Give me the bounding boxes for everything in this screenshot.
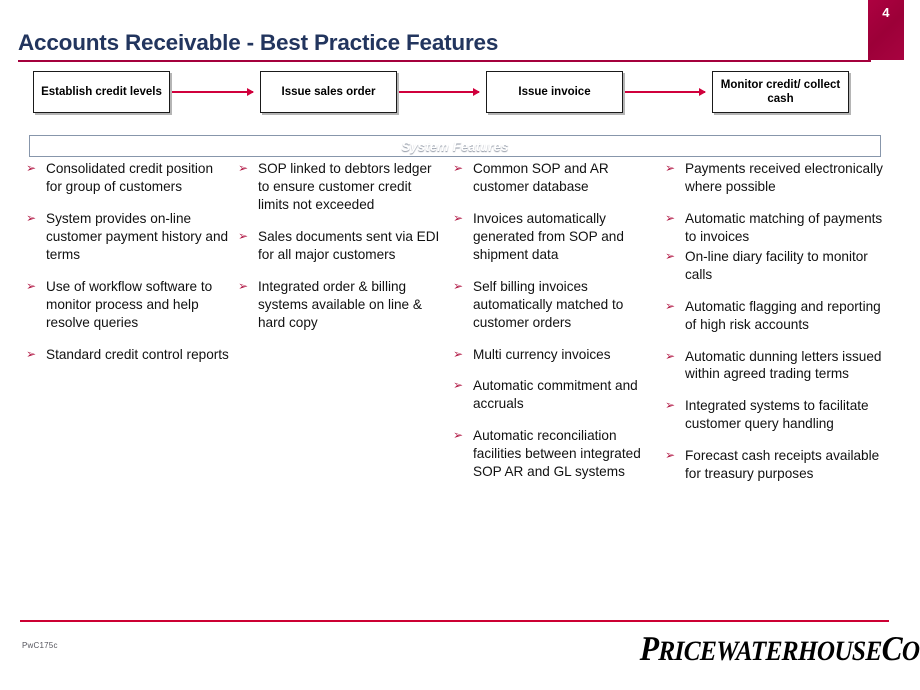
- flow-box-monitor-credit-collect-cash: Monitor credit/ collect cash: [712, 71, 849, 113]
- slide-canvas: 4 Accounts Receivable - Best Practice Fe…: [0, 0, 920, 690]
- feature-bullet-label: Invoices automatically generated from SO…: [473, 210, 624, 262]
- features-columns: ➢ Consolidated credit position for group …: [24, 160, 899, 483]
- bullet-arrow-icon: ➢: [665, 248, 676, 263]
- feature-bullet: ➢ Standard credit control reports: [24, 346, 230, 364]
- feature-bullet-label: Forecast cash receipts available for tre…: [685, 448, 880, 482]
- feature-bullet-label: Self billing invoices automatically matc…: [473, 278, 624, 330]
- flow-box-label: Establish credit levels: [41, 85, 162, 98]
- feature-bullet-label: Automatic matching of payments to invoic…: [685, 210, 883, 244]
- feature-bullet: ➢ Integrated systems to facilitate custom…: [663, 397, 893, 433]
- flow-box-establish-credit-levels: Establish credit levels: [33, 71, 170, 113]
- flow-arrow-3: [625, 87, 706, 96]
- feature-bullet-label: Automatic dunning letters issued within …: [685, 348, 882, 382]
- feature-bullet-label: Integrated systems to facilitate custome…: [685, 398, 869, 432]
- feature-bullet: ➢ SOP linked to debtors ledger to ensure …: [236, 160, 445, 214]
- bullet-arrow-icon: ➢: [453, 278, 464, 293]
- feature-bullet: ➢ Forecast cash receipts available for tr…: [663, 447, 893, 483]
- flow-box-label: Issue sales order: [281, 85, 376, 98]
- flow-box-issue-invoice: Issue invoice: [486, 71, 623, 113]
- feature-bullet: ➢ Automatic dunning letters issued within…: [663, 348, 893, 384]
- bullet-arrow-icon: ➢: [665, 161, 676, 175]
- flow-box-label: Issue invoice: [518, 85, 591, 98]
- feature-bullet-label: Standard credit control reports: [46, 346, 229, 362]
- process-flow-diagram: Establish credit levels Issue sales orde…: [33, 71, 883, 115]
- feature-bullet: ➢ Invoices automatically generated from S…: [451, 210, 657, 264]
- feature-bullet-label: Integrated order & billing systems avail…: [258, 278, 422, 330]
- feature-bullet-label: Consolidated credit position for group o…: [46, 161, 214, 194]
- feature-bullet-label: Automatic reconciliation facilities betw…: [473, 428, 641, 480]
- bullet-arrow-icon: ➢: [453, 346, 464, 361]
- bullet-arrow-icon: ➢: [665, 298, 676, 313]
- feature-bullet: ➢ Payments received electronically where …: [663, 160, 893, 196]
- page-number-label: 4: [882, 5, 890, 20]
- feature-bullet: ➢ On-line diary facility to monitor calls: [663, 248, 893, 284]
- feature-bullet-label: Payments received electronically where p…: [685, 161, 883, 194]
- flow-arrow-1: [172, 87, 254, 96]
- feature-bullet-label: System provides on-line customer payment…: [46, 210, 229, 262]
- pwc-logo: PRICEWATERHOUSECOOPERS R: [639, 628, 920, 669]
- bullet-arrow-icon: ➢: [665, 348, 676, 363]
- feature-bullet: ➢ Sales documents sent via EDI for all ma…: [236, 228, 445, 264]
- feature-bullet: ➢ Automatic reconciliation facilities bet…: [451, 427, 657, 481]
- feature-bullet-label: Sales documents sent via EDI for all maj…: [258, 228, 440, 262]
- feature-bullet-label: SOP linked to debtors ledger to ensure c…: [258, 161, 432, 212]
- feature-bullet-label: Use of workflow software to monitor proc…: [46, 278, 213, 330]
- bullet-arrow-icon: ➢: [665, 448, 676, 463]
- bullet-arrow-icon: ➢: [665, 398, 676, 413]
- feature-bullet: ➢ Common SOP and AR customer database: [451, 160, 657, 196]
- bullet-arrow-icon: ➢: [238, 278, 249, 293]
- feature-bullet: ➢ Automatic flagging and reporting of hig…: [663, 298, 893, 334]
- system-features-banner-label: System Features: [401, 138, 509, 154]
- bullet-arrow-icon: ➢: [238, 228, 249, 243]
- feature-bullet: ➢ Use of workflow software to monitor pro…: [24, 278, 230, 332]
- title-divider: [18, 60, 871, 62]
- feature-bullet-label: Common SOP and AR customer database: [473, 161, 609, 194]
- feature-bullet: ➢ System provides on-line customer paymen…: [24, 210, 230, 264]
- feature-bullet-label: Multi currency invoices: [473, 346, 611, 362]
- bullet-arrow-icon: ➢: [665, 210, 676, 225]
- features-column-1: ➢ Consolidated credit position for group …: [24, 160, 236, 483]
- page-title: Accounts Receivable - Best Practice Feat…: [18, 30, 499, 55]
- bullet-arrow-icon: ➢: [453, 161, 464, 175]
- page-number-tab: 4: [868, 0, 904, 60]
- flow-box-label: Monitor credit/ collect cash: [720, 78, 841, 105]
- flow-box-issue-sales-order: Issue sales order: [260, 71, 397, 113]
- pwc-wordmark: PRICEWATERHOUSECOOPERS: [639, 628, 920, 669]
- feature-bullet: ➢ Automatic matching of payments to invoi…: [663, 210, 893, 246]
- bullet-arrow-icon: ➢: [26, 210, 37, 225]
- features-column-4: ➢ Payments received electronically where …: [663, 160, 899, 483]
- bullet-arrow-icon: ➢: [26, 278, 37, 293]
- system-features-banner: System Features: [29, 135, 881, 157]
- feature-bullet: ➢ Integrated order & billing systems avai…: [236, 278, 445, 332]
- feature-bullet: ➢ Automatic commitment and accruals: [451, 377, 657, 413]
- bullet-arrow-icon: ➢: [453, 210, 464, 225]
- flow-arrow-2: [399, 87, 480, 96]
- features-column-3: ➢ Common SOP and AR customer database ➢ Inv…: [451, 160, 663, 483]
- feature-bullet: ➢ Consolidated credit position for group …: [24, 160, 230, 196]
- feature-bullet-label: On-line diary facility to monitor calls: [685, 248, 868, 282]
- bullet-arrow-icon: ➢: [453, 428, 464, 443]
- feature-bullet-label: Automatic flagging and reporting of high…: [685, 298, 881, 332]
- feature-bullet: ➢ Self billing invoices automatically mat…: [451, 278, 657, 332]
- bullet-arrow-icon: ➢: [238, 161, 249, 175]
- bullet-arrow-icon: ➢: [453, 378, 464, 393]
- bullet-arrow-icon: ➢: [26, 346, 37, 361]
- feature-bullet: ➢ Multi currency invoices: [451, 346, 657, 364]
- features-column-2: ➢ SOP linked to debtors ledger to ensure …: [236, 160, 451, 483]
- footer-divider: [20, 620, 889, 622]
- feature-bullet-label: Automatic commitment and accruals: [473, 378, 638, 412]
- bullet-arrow-icon: ➢: [26, 161, 37, 175]
- footer-document-code: PwC175c: [22, 641, 58, 650]
